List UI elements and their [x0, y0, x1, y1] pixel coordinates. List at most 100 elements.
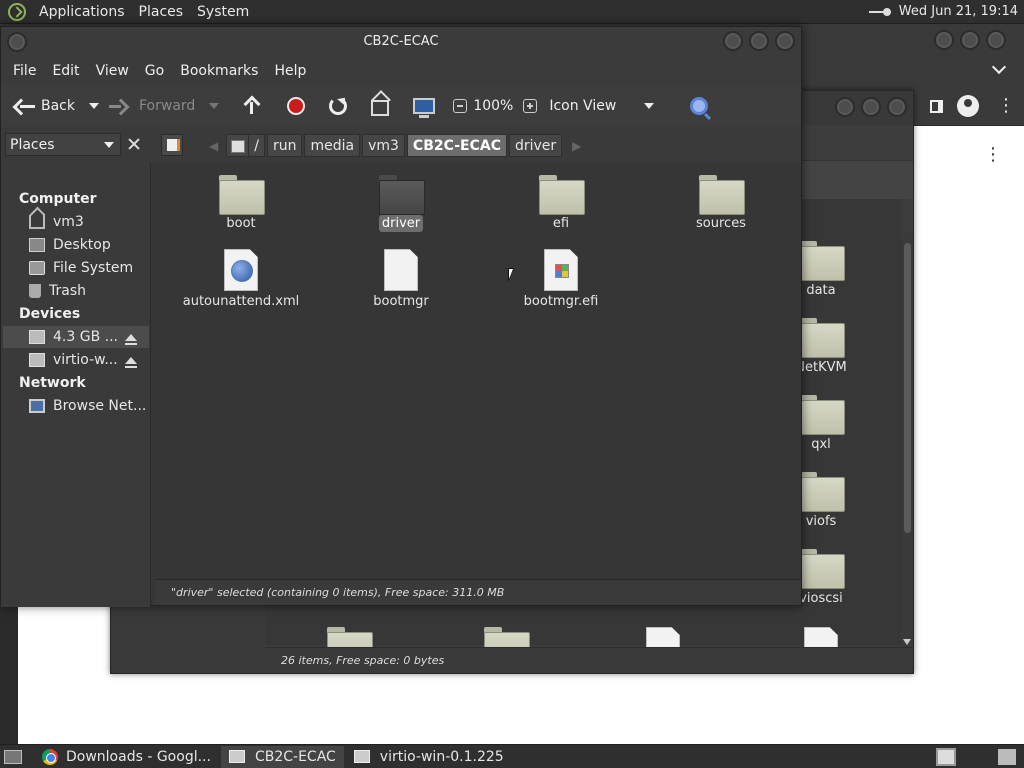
- panel-menu-system[interactable]: System: [190, 4, 256, 20]
- minimize-button[interactable]: [934, 30, 954, 50]
- window-title: CB2C-ECAC: [363, 34, 439, 49]
- account-icon[interactable]: [957, 95, 979, 117]
- breadcrumb-cb2c-ecac[interactable]: CB2C-ECAC: [406, 134, 507, 157]
- forward-history-dropdown[interactable]: [209, 103, 220, 109]
- go-up-icon[interactable]: [243, 96, 261, 116]
- sidebar-item-browse-network[interactable]: Browse Net...: [3, 395, 149, 417]
- sidebar-item-desktop[interactable]: Desktop: [3, 234, 149, 256]
- breadcrumb-run[interactable]: run: [266, 134, 303, 157]
- drive-icon: [29, 261, 45, 275]
- status-bar: "driver" selected (containing 0 items), …: [155, 579, 801, 605]
- optical-drive-icon: [29, 330, 45, 344]
- desktop-icon: [29, 238, 45, 252]
- edit-location-icon[interactable]: [161, 134, 183, 156]
- view-mode-dropdown[interactable]: [644, 103, 655, 109]
- executable-file-icon: [544, 249, 578, 291]
- taskbar-item-cb2c-ecac[interactable]: CB2C-ECAC: [220, 745, 344, 768]
- folder-icon: [699, 175, 745, 215]
- view-mode-select[interactable]: Icon View: [549, 98, 616, 114]
- status-bar: 26 items, Free space: 0 bytes: [265, 647, 913, 673]
- menu-bookmarks[interactable]: Bookmarks: [172, 63, 266, 79]
- zoom-out-icon[interactable]: [453, 99, 468, 113]
- menu-go[interactable]: Go: [137, 63, 172, 79]
- breadcrumb-root[interactable]: /: [248, 134, 265, 157]
- breadcrumb-left-icon[interactable]: ◀: [201, 139, 226, 153]
- sidebar-mode-select[interactable]: Places: [5, 133, 121, 156]
- stop-icon[interactable]: [287, 97, 306, 115]
- sidebar-item-file-system[interactable]: File System: [3, 257, 149, 279]
- keyring-icon[interactable]: [868, 5, 891, 19]
- panel-menu-applications[interactable]: Applications: [32, 4, 132, 20]
- chevron-down-icon[interactable]: [991, 59, 1007, 75]
- workspace-switcher-icon[interactable]: [936, 748, 956, 766]
- sidebar-section-computer: Computer: [19, 191, 97, 207]
- breadcrumb-vm3[interactable]: vm3: [362, 134, 405, 157]
- home-folder-icon: [29, 215, 45, 229]
- sidebar-item-vm3[interactable]: vm3: [3, 211, 149, 233]
- maximize-button[interactable]: [861, 97, 881, 117]
- zoom-level[interactable]: 100%: [473, 98, 513, 114]
- mouse-cursor-icon: [508, 268, 514, 282]
- maximize-button[interactable]: [749, 31, 769, 51]
- more-menu-icon[interactable]: ⋮: [997, 97, 1015, 115]
- back-button[interactable]: Back: [1, 98, 75, 114]
- scroll-down-icon[interactable]: [903, 639, 911, 645]
- taskbar-item-virtio-win[interactable]: virtio-win-0.1.225: [346, 746, 512, 768]
- xml-file-icon: [224, 249, 258, 291]
- panel-clock[interactable]: Wed Jun 21, 19:14: [899, 4, 1018, 19]
- zoom-in-icon[interactable]: [523, 99, 538, 113]
- folder-icon: [219, 175, 265, 215]
- network-icon: [29, 399, 45, 413]
- eject-icon[interactable]: [125, 356, 137, 368]
- eject-icon[interactable]: [125, 333, 137, 345]
- toolbar: Back Forward 100% Icon View: [1, 85, 801, 127]
- close-button[interactable]: [775, 31, 795, 51]
- menu-view[interactable]: View: [88, 63, 137, 79]
- window-titlebar: CB2C-ECAC: [1, 27, 801, 57]
- maximize-button[interactable]: [960, 30, 980, 50]
- scrollbar[interactable]: [901, 233, 913, 647]
- optical-drive-icon: [29, 353, 45, 367]
- file-item-bootmgr[interactable]: bootmgr: [331, 249, 471, 310]
- trash-applet-icon[interactable]: [998, 749, 1016, 765]
- computer-icon[interactable]: [413, 98, 436, 118]
- folder-item-driver[interactable]: driver: [331, 175, 471, 232]
- back-history-dropdown[interactable]: [89, 103, 99, 109]
- show-desktop-icon[interactable]: [4, 749, 22, 764]
- file-item-autounattend[interactable]: autounattend.xml: [171, 249, 311, 310]
- chevron-down-icon: [104, 142, 114, 148]
- sidebar: Computer vm3 Desktop File System Trash D…: [1, 163, 151, 607]
- scrollbar-thumb[interactable]: [904, 243, 911, 533]
- folder-item-efi[interactable]: efi: [491, 175, 631, 232]
- location-bar: Places ◀ / run media vm3 CB2C-ECAC drive…: [1, 127, 801, 163]
- forward-button[interactable]: Forward: [109, 98, 195, 114]
- sidebar-item-virtio-win[interactable]: virtio-w...: [3, 349, 149, 371]
- close-button[interactable]: [986, 30, 1006, 50]
- menu-edit[interactable]: Edit: [44, 63, 87, 79]
- menu-logo-icon[interactable]: [8, 2, 26, 21]
- folder-item-sources[interactable]: sources: [651, 175, 791, 232]
- taskbar-item-chrome[interactable]: Downloads - Googl...: [34, 746, 219, 768]
- reload-icon[interactable]: [329, 97, 348, 115]
- panel-menu-places[interactable]: Places: [132, 4, 191, 20]
- side-panel-icon[interactable]: [930, 100, 943, 113]
- chrome-icon: [42, 748, 58, 765]
- sidebar-item-device-4gb[interactable]: 4.3 GB ...: [3, 326, 149, 348]
- page-more-icon[interactable]: ⋮: [984, 146, 1002, 164]
- breadcrumb-right-icon[interactable]: ▶: [564, 139, 589, 153]
- minimize-button[interactable]: [835, 97, 855, 117]
- close-button[interactable]: [887, 97, 907, 117]
- search-icon[interactable]: [690, 97, 709, 115]
- menu-help[interactable]: Help: [266, 63, 314, 79]
- sidebar-section-network: Network: [19, 375, 86, 391]
- close-sidebar-icon[interactable]: [125, 135, 143, 153]
- folder-icon: [799, 241, 845, 281]
- breadcrumb-root-drive-icon[interactable]: [226, 134, 249, 157]
- home-icon[interactable]: [371, 100, 390, 116]
- sidebar-item-trash[interactable]: Trash: [3, 280, 149, 302]
- breadcrumb-driver[interactable]: driver: [508, 134, 563, 157]
- folder-item-boot[interactable]: boot: [171, 175, 311, 232]
- minimize-button[interactable]: [723, 31, 743, 51]
- menu-file[interactable]: File: [5, 63, 44, 79]
- breadcrumb-media[interactable]: media: [304, 134, 361, 157]
